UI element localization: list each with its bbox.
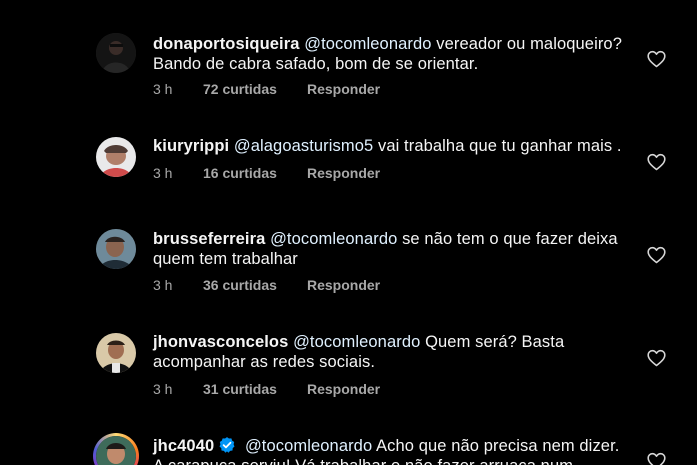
previous-comment-partial: ··· — [152, 0, 167, 5]
comment-likes-count[interactable]: 36 curtidas — [203, 277, 307, 293]
comment-body: donaportosiqueira @tocomleonardo vereado… — [153, 34, 623, 74]
comment-meta: 3 h 16 curtidas Responder — [153, 165, 380, 181]
avatar[interactable] — [96, 137, 136, 177]
comment-time: 3 h — [153, 381, 173, 397]
comment-meta: 3 h 31 curtidas Responder — [153, 381, 380, 397]
comment-username[interactable]: jhc4040 — [153, 437, 214, 455]
heart-outline-icon — [647, 153, 666, 171]
comment-likes-count[interactable]: 31 curtidas — [203, 381, 307, 397]
reply-button[interactable]: Responder — [307, 277, 380, 293]
avatar — [96, 436, 136, 465]
comment-mention[interactable]: @tocomleonardo — [293, 333, 420, 351]
comment-username[interactable]: brusseferreira — [153, 230, 265, 248]
like-button[interactable] — [647, 153, 666, 171]
comment-time: 3 h — [153, 277, 173, 293]
comment-mention[interactable]: @alagoasturismo5 — [234, 137, 373, 155]
heart-outline-icon — [647, 349, 666, 367]
like-button[interactable] — [647, 246, 666, 264]
verified-badge-icon — [218, 436, 236, 454]
comment-likes-count[interactable]: 16 curtidas — [203, 165, 307, 181]
comments-screen: ··· donaportosiqueira @tocomleonardo ver… — [0, 0, 697, 465]
heart-outline-icon — [647, 452, 666, 465]
avatar[interactable] — [96, 229, 136, 269]
like-button[interactable] — [647, 50, 666, 68]
comment-likes-count[interactable]: 72 curtidas — [203, 81, 307, 97]
heart-outline-icon — [647, 50, 666, 68]
comment-username[interactable]: donaportosiqueira — [153, 35, 300, 53]
comment-body: brusseferreira @tocomleonardo se não tem… — [153, 229, 623, 269]
like-button[interactable] — [647, 349, 666, 367]
reply-button[interactable]: Responder — [307, 381, 380, 397]
avatar[interactable] — [96, 333, 136, 373]
comment-mention[interactable]: @tocomleonardo — [245, 437, 372, 455]
comment-body: jhc4040 @tocomleonardo Acho que não prec… — [153, 436, 623, 465]
comment-body: kiuryrippi @alagoasturismo5 vai trabalha… — [153, 136, 623, 156]
comment-username[interactable]: kiuryrippi — [153, 137, 229, 155]
comment-meta: 3 h 72 curtidas Responder — [153, 81, 380, 97]
reply-button[interactable]: Responder — [307, 165, 380, 181]
comment-time: 3 h — [153, 81, 173, 97]
heart-outline-icon — [647, 246, 666, 264]
comment-username[interactable]: jhonvasconcelos — [153, 333, 288, 351]
comment-time: 3 h — [153, 165, 173, 181]
comment-text: vai trabalha que tu ganhar mais . — [377, 137, 622, 155]
like-button[interactable] — [647, 452, 666, 465]
comment-meta: 3 h 36 curtidas Responder — [153, 277, 380, 293]
comment-mention[interactable]: @tocomleonardo — [304, 35, 431, 53]
reply-button[interactable]: Responder — [307, 81, 380, 97]
comment-body: jhonvasconcelos @tocomleonardo Quem será… — [153, 332, 623, 372]
avatar[interactable] — [96, 33, 136, 73]
comment-mention[interactable]: @tocomleonardo — [270, 230, 397, 248]
story-ring-avatar[interactable] — [93, 433, 139, 465]
